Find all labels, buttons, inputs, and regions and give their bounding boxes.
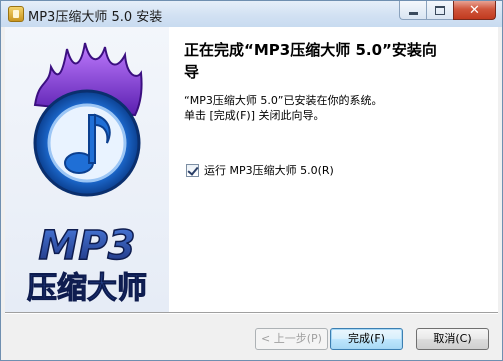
back-button[interactable]: < 上一步(P) bbox=[255, 328, 328, 350]
page-title-line2: 导 bbox=[184, 63, 200, 81]
logo-mp3-text: MP3 bbox=[39, 223, 136, 269]
run-app-checkbox[interactable] bbox=[186, 163, 199, 177]
finish-button[interactable]: 完成(F) bbox=[330, 328, 403, 350]
installer-window: MP3压缩大师 5.0 安装 ✕ MP3 压缩大师 正在完成“MP3压缩大师 5… bbox=[0, 0, 503, 361]
wizard-client-area: MP3 压缩大师 正在完成“MP3压缩大师 5.0”安装向 导 “MP3压缩大师… bbox=[5, 27, 498, 358]
mp3-logo-graphic: MP3 压缩大师 bbox=[27, 42, 148, 307]
installer-app-icon bbox=[8, 6, 24, 22]
page-title-line1: 正在完成“MP3压缩大师 5.0”安装向 bbox=[184, 41, 437, 59]
page-title: 正在完成“MP3压缩大师 5.0”安装向 导 bbox=[184, 39, 484, 83]
run-app-checkbox-label[interactable]: 运行 MP3压缩大师 5.0(R) bbox=[204, 162, 334, 178]
page-description: “MP3压缩大师 5.0”已安装在你的系统。 单击 [完成(F)] 关闭此向导。 bbox=[184, 93, 484, 123]
caption-buttons: ✕ bbox=[399, 1, 496, 21]
wizard-footer: < 上一步(P) 完成(F) 取消(C) bbox=[5, 328, 498, 352]
minimize-button[interactable] bbox=[399, 1, 426, 20]
description-line1: “MP3压缩大师 5.0”已安装在你的系统。 bbox=[184, 94, 383, 107]
wizard-banner: MP3 压缩大师 bbox=[5, 27, 169, 312]
window-title: MP3压缩大师 5.0 安装 bbox=[28, 10, 163, 25]
close-button[interactable]: ✕ bbox=[453, 1, 496, 20]
close-icon: ✕ bbox=[469, 2, 480, 18]
minimize-icon bbox=[408, 11, 418, 15]
run-app-checkbox-row[interactable]: 运行 MP3压缩大师 5.0(R) bbox=[186, 162, 334, 178]
maximize-button[interactable] bbox=[426, 1, 453, 20]
maximize-icon bbox=[435, 5, 445, 15]
cancel-button[interactable]: 取消(C) bbox=[416, 328, 489, 350]
logo-cn-text: 压缩大师 bbox=[27, 271, 147, 306]
footer-separator bbox=[5, 312, 498, 314]
description-line2: 单击 [完成(F)] 关闭此向导。 bbox=[184, 109, 325, 122]
title-bar[interactable]: MP3压缩大师 5.0 安装 ✕ bbox=[1, 1, 502, 27]
wizard-page: MP3 压缩大师 正在完成“MP3压缩大师 5.0”安装向 导 “MP3压缩大师… bbox=[5, 27, 498, 312]
